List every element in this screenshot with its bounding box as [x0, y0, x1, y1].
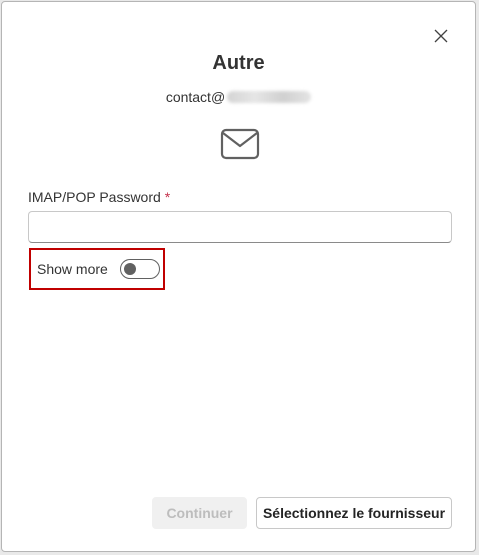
password-input[interactable]: [28, 211, 452, 243]
dialog-title: Autre: [212, 52, 265, 74]
required-marker: *: [164, 189, 171, 205]
mail-icon: [220, 128, 260, 160]
select-provider-button[interactable]: Sélectionnez le fournisseur: [256, 497, 452, 529]
account-dialog: Autre contact@ IMAP/POP Password * Show m…: [1, 1, 476, 552]
password-label: IMAP/POP Password *: [28, 189, 170, 205]
toggle-knob: [123, 263, 136, 275]
continue-button[interactable]: Continuer: [152, 497, 247, 529]
password-label-text: IMAP/POP Password: [28, 189, 161, 205]
email-prefix: contact@: [165, 89, 226, 105]
show-more-highlight: Show more: [29, 248, 165, 290]
close-button[interactable]: [429, 24, 453, 48]
close-icon: [434, 29, 448, 43]
show-more-toggle[interactable]: [119, 259, 160, 279]
account-email: contact@: [2, 89, 475, 105]
email-domain-redacted: [227, 91, 312, 103]
show-more-label: Show more: [37, 261, 108, 277]
